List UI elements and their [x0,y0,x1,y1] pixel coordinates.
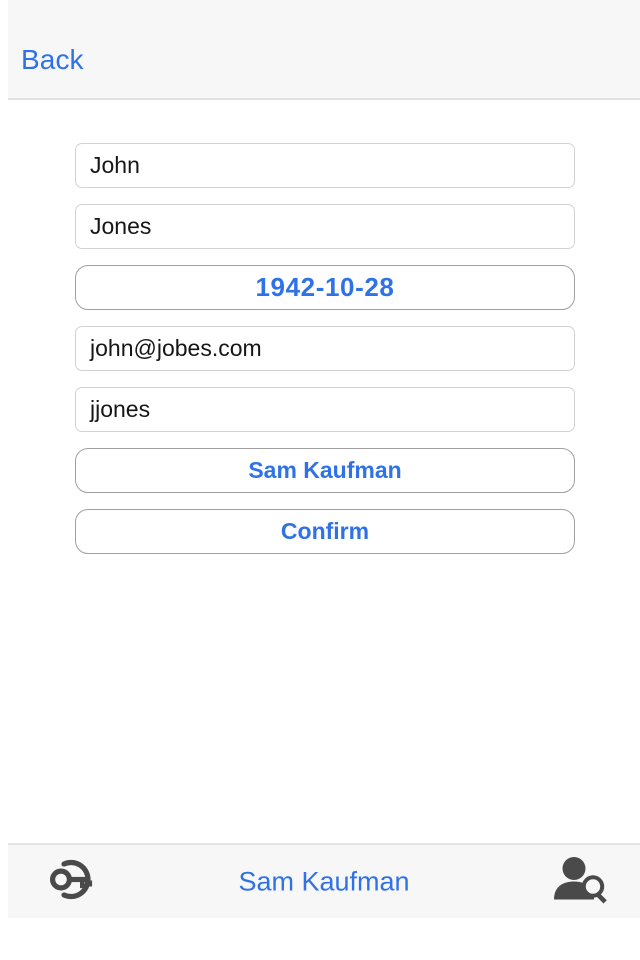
bottom-bar: Sam Kaufman [8,843,640,918]
assigned-user-button[interactable]: Sam Kaufman [75,448,575,493]
birth-date-button[interactable]: 1942-10-28 [75,265,575,310]
email-input[interactable]: john@jobes.com [75,326,575,371]
last-name-input[interactable]: Jones [75,204,575,249]
back-button[interactable]: Back [21,46,84,74]
bottom-bar-title[interactable]: Sam Kaufman [8,866,640,897]
user-search-icon[interactable] [550,854,612,909]
confirm-button[interactable]: Confirm [75,509,575,554]
first-name-input[interactable]: John [75,143,575,188]
username-input[interactable]: jjones [75,387,575,432]
app-screen: Back John Jones 1942-10-28 john@jobes.com jj… [0,0,640,960]
header-bar: Back [8,0,640,100]
